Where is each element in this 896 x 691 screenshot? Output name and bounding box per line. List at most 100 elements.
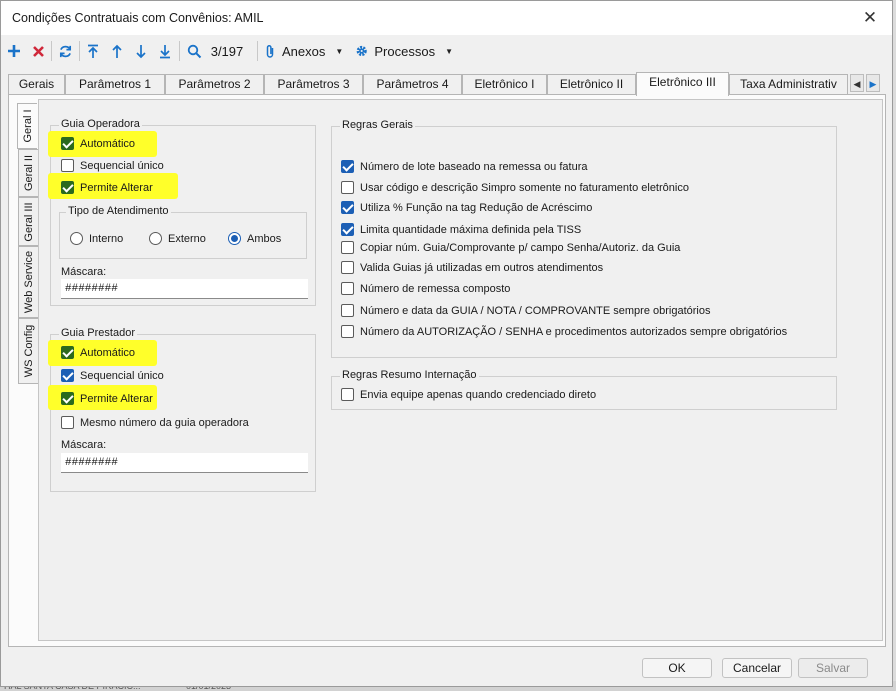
tab-scroll-left-icon[interactable]: ◀ [850, 74, 864, 92]
last-record-button[interactable] [155, 37, 175, 65]
tipo-atendimento-group: Tipo de Atendimento Interno Externo Ambo… [59, 205, 307, 259]
checkbox-box [341, 160, 354, 173]
paperclip-icon [266, 44, 274, 58]
tab-eletronico-3[interactable]: Eletrônico III [636, 72, 729, 96]
delete-icon [32, 45, 44, 57]
chevron-down-icon: ▼ [335, 46, 344, 56]
checkbox-box [341, 282, 354, 295]
regra-valida-guias-checkbox[interactable]: Valida Guias já utilizadas em outros ate… [341, 261, 603, 274]
chevron-down-icon: ▼ [445, 46, 453, 56]
permite-alterar-checkbox[interactable]: Permite Alterar [61, 181, 153, 194]
tab-eletronico-2[interactable]: Eletrônico II [547, 74, 636, 95]
tab-parametros-1[interactable]: Parâmetros 1 [65, 74, 165, 95]
vtab-geral-2[interactable]: Geral II [18, 149, 38, 197]
radio-externo[interactable]: Externo [149, 232, 206, 245]
group-title: Regras Resumo Internação [340, 369, 479, 381]
automatico-checkbox[interactable]: Automático [61, 137, 135, 150]
tab-scroll-right-icon[interactable]: ▶ [866, 74, 880, 92]
checkbox-box [61, 346, 74, 359]
vtab-geral-1[interactable]: Geral I [17, 103, 37, 149]
ok-button[interactable]: OK [642, 658, 712, 678]
processos-label: Processos [374, 43, 436, 59]
add-icon [8, 45, 20, 57]
checkbox-label: Sequencial único [80, 369, 164, 382]
regras-gerais-group: Regras Gerais Número de lote baseado na … [331, 119, 837, 358]
checkbox-box [341, 181, 354, 194]
checkbox-label: Número da AUTORIZAÇÃO / SENHA e procedim… [360, 325, 788, 338]
regra-simpro-checkbox[interactable]: Usar código e descrição Simpro somente n… [341, 181, 689, 194]
tab-panel: Geral I Geral II Geral III Web Service W… [8, 94, 886, 647]
regra-remessa-composto-checkbox[interactable]: Número de remessa composto [341, 282, 510, 295]
radio-label: Externo [168, 232, 206, 245]
checkbox-box [341, 201, 354, 214]
checkbox-label: Sequencial único [80, 159, 164, 172]
tab-parametros-4[interactable]: Parâmetros 4 [363, 74, 462, 95]
tab-eletronico-1[interactable]: Eletrônico I [462, 74, 547, 95]
save-button[interactable]: Salvar [798, 658, 868, 678]
vtab-ws-config-label: WS Config [22, 324, 35, 378]
gear-icon [356, 45, 367, 57]
permite-alterar-checkbox[interactable]: Permite Alterar [61, 392, 153, 405]
previous-record-button[interactable] [107, 37, 127, 65]
radio-circle [149, 232, 162, 245]
radio-label: Ambos [247, 232, 282, 245]
regra-autorizacao-senha-checkbox[interactable]: Número da AUTORIZAÇÃO / SENHA e procedim… [341, 325, 787, 338]
checkbox-label: Usar código e descrição Simpro somente n… [360, 181, 689, 194]
mascara-operadora-input[interactable] [61, 279, 308, 299]
tab-parametros-2[interactable]: Parâmetros 2 [165, 74, 264, 95]
checkbox-label: Número de lote baseado na remessa ou fat… [360, 160, 588, 173]
group-title: Regras Gerais [340, 119, 415, 131]
checkbox-label: Permite Alterar [80, 181, 153, 194]
mascara-prestador-input[interactable] [61, 453, 308, 473]
anexos-menu-button[interactable]: Anexos ▼ [264, 37, 346, 65]
checkbox-box [61, 392, 74, 405]
automatico-checkbox[interactable]: Automático [61, 346, 135, 359]
sequencial-unico-checkbox[interactable]: Sequencial único [61, 369, 164, 382]
checkbox-box [61, 137, 74, 150]
search-icon [187, 44, 201, 58]
mascara-label: Máscara: [61, 266, 107, 278]
refresh-button[interactable] [55, 37, 75, 65]
regra-numero-data-guia-checkbox[interactable]: Número e data da GUIA / NOTA / COMPROVAN… [341, 304, 711, 317]
envia-equipe-checkbox[interactable]: Envia equipe apenas quando credenciado d… [341, 388, 596, 401]
next-icon [136, 44, 146, 58]
checkbox-box [341, 304, 354, 317]
add-button[interactable] [4, 37, 24, 65]
processos-menu-button[interactable]: Processos ▼ [355, 37, 453, 65]
checkbox-label: Limita quantidade máxima definida pela T… [360, 223, 582, 236]
guia-prestador-group: Guia Prestador Automático Sequencial úni… [48, 327, 316, 492]
vtab-geral-3[interactable]: Geral III [18, 197, 38, 246]
checkbox-box [61, 159, 74, 172]
radio-label: Interno [89, 232, 124, 245]
mesmo-numero-checkbox[interactable]: Mesmo número da guia operadora [61, 416, 249, 429]
record-counter-text: 3/197 [210, 43, 244, 59]
checkbox-box [61, 181, 74, 194]
close-button[interactable]: ✕ [860, 8, 880, 28]
regra-copiar-guia-checkbox[interactable]: Copiar núm. Guia/Comprovante p/ campo Se… [341, 241, 680, 254]
tab-parametros-3[interactable]: Parâmetros 3 [264, 74, 363, 95]
radio-ambos[interactable]: Ambos [228, 232, 281, 245]
first-record-button[interactable] [83, 37, 103, 65]
mascara-label: Máscara: [61, 439, 107, 451]
tab-taxa-administrativa[interactable]: Taxa Administrativ [729, 74, 848, 95]
group-title: Guia Prestador [59, 327, 137, 339]
regra-limita-quantidade-checkbox[interactable]: Limita quantidade máxima definida pela T… [341, 223, 581, 236]
regra-funcao-reducao-checkbox[interactable]: Utiliza % Função na tag Redução de Acrés… [341, 201, 592, 214]
vtab-geral-1-label: Geral I [21, 109, 34, 143]
search-button[interactable] [184, 37, 204, 65]
regra-lote-remessa-checkbox[interactable]: Número de lote baseado na remessa ou fat… [341, 160, 587, 173]
radio-circle [70, 232, 83, 245]
sequencial-unico-checkbox[interactable]: Sequencial único [61, 159, 164, 172]
vtab-web-service[interactable]: Web Service [18, 246, 38, 318]
vtab-ws-config[interactable]: WS Config [18, 318, 38, 384]
checkbox-label: Mesmo número da guia operadora [80, 416, 249, 429]
tab-gerais[interactable]: Gerais [8, 74, 65, 95]
radio-interno[interactable]: Interno [70, 232, 123, 245]
delete-button[interactable] [28, 37, 48, 65]
group-title: Guia Operadora [59, 118, 142, 130]
next-record-button[interactable] [131, 37, 151, 65]
cancel-button[interactable]: Cancelar [722, 658, 792, 678]
guia-operadora-group: Guia Operadora Automático Sequencial úni… [48, 118, 316, 306]
vtab-geral-3-label: Geral III [22, 201, 35, 242]
checkbox-box [341, 388, 354, 401]
